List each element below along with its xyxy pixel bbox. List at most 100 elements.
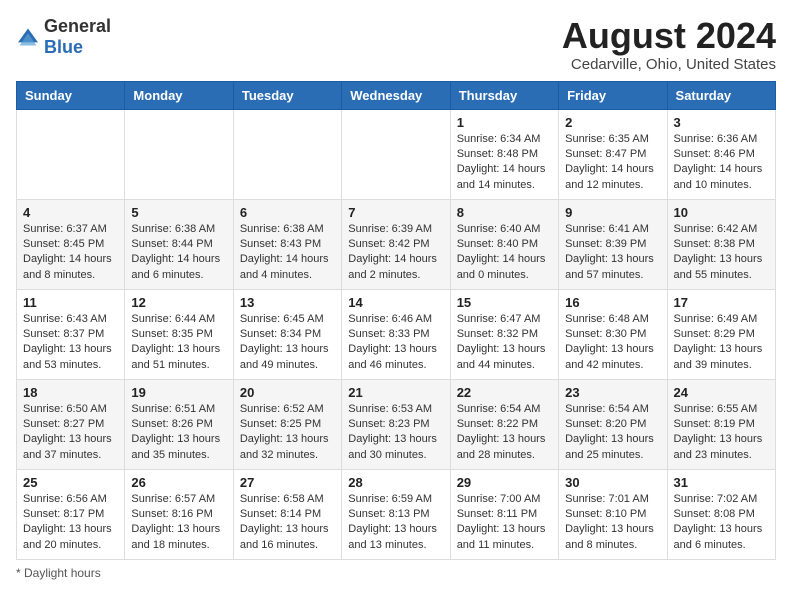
day-number: 31 [674,475,769,490]
cell-content: Sunrise: 6:51 AM [131,402,226,417]
cell-content: Sunrise: 6:49 AM [674,312,769,327]
month-year: August 2024 [562,16,776,56]
calendar-cell: 1Sunrise: 6:34 AMSunset: 8:48 PMDaylight… [450,109,558,199]
cell-content: Sunset: 8:08 PM [674,507,769,522]
cell-content: Sunrise: 6:55 AM [674,402,769,417]
day-number: 19 [131,385,226,400]
day-number: 20 [240,385,335,400]
cell-content: Sunrise: 6:54 AM [457,402,552,417]
title-area: August 2024 Cedarville, Ohio, United Sta… [562,16,776,73]
day-number: 7 [348,205,443,220]
cell-content: Daylight: 14 hours and 12 minutes. [565,162,660,193]
cell-content: Daylight: 13 hours and 39 minutes. [674,342,769,373]
calendar-week-row: 18Sunrise: 6:50 AMSunset: 8:27 PMDayligh… [17,379,776,469]
day-number: 27 [240,475,335,490]
cell-content: Sunrise: 6:48 AM [565,312,660,327]
cell-content: Sunrise: 6:45 AM [240,312,335,327]
calendar-cell: 4Sunrise: 6:37 AMSunset: 8:45 PMDaylight… [17,199,125,289]
day-number: 12 [131,295,226,310]
logo-general: General [44,16,111,36]
cell-content: Sunset: 8:14 PM [240,507,335,522]
calendar-cell: 14Sunrise: 6:46 AMSunset: 8:33 PMDayligh… [342,289,450,379]
cell-content: Sunrise: 6:37 AM [23,222,118,237]
day-number: 22 [457,385,552,400]
cell-content: Sunset: 8:20 PM [565,417,660,432]
cell-content: Sunset: 8:26 PM [131,417,226,432]
cell-content: Sunrise: 6:40 AM [457,222,552,237]
cell-content: Sunrise: 6:52 AM [240,402,335,417]
cell-content: Daylight: 14 hours and 14 minutes. [457,162,552,193]
cell-content: Daylight: 13 hours and 20 minutes. [23,522,118,553]
calendar-cell: 8Sunrise: 6:40 AMSunset: 8:40 PMDaylight… [450,199,558,289]
cell-content: Sunset: 8:19 PM [674,417,769,432]
cell-content: Sunset: 8:27 PM [23,417,118,432]
cell-content: Sunset: 8:47 PM [565,147,660,162]
cell-content: Daylight: 13 hours and 30 minutes. [348,432,443,463]
cell-content: Sunrise: 6:56 AM [23,492,118,507]
cell-content: Sunrise: 6:59 AM [348,492,443,507]
calendar-cell: 2Sunrise: 6:35 AMSunset: 8:47 PMDaylight… [559,109,667,199]
day-number: 13 [240,295,335,310]
calendar-cell: 16Sunrise: 6:48 AMSunset: 8:30 PMDayligh… [559,289,667,379]
cell-content: Sunset: 8:45 PM [23,237,118,252]
day-number: 21 [348,385,443,400]
calendar-cell: 6Sunrise: 6:38 AMSunset: 8:43 PMDaylight… [233,199,341,289]
cell-content: Daylight: 14 hours and 2 minutes. [348,252,443,283]
calendar-week-row: 11Sunrise: 6:43 AMSunset: 8:37 PMDayligh… [17,289,776,379]
calendar-cell: 11Sunrise: 6:43 AMSunset: 8:37 PMDayligh… [17,289,125,379]
cell-content: Sunrise: 7:00 AM [457,492,552,507]
cell-content: Sunset: 8:38 PM [674,237,769,252]
calendar-header-day: Tuesday [233,81,341,109]
day-number: 26 [131,475,226,490]
calendar-cell: 29Sunrise: 7:00 AMSunset: 8:11 PMDayligh… [450,469,558,559]
cell-content: Sunset: 8:29 PM [674,327,769,342]
cell-content: Sunset: 8:37 PM [23,327,118,342]
cell-content: Daylight: 13 hours and 51 minutes. [131,342,226,373]
calendar-cell: 21Sunrise: 6:53 AMSunset: 8:23 PMDayligh… [342,379,450,469]
logo-blue: Blue [44,37,83,57]
day-number: 8 [457,205,552,220]
cell-content: Sunrise: 6:43 AM [23,312,118,327]
calendar-table: SundayMondayTuesdayWednesdayThursdayFrid… [16,81,776,560]
cell-content: Sunrise: 6:47 AM [457,312,552,327]
calendar-week-row: 4Sunrise: 6:37 AMSunset: 8:45 PMDaylight… [17,199,776,289]
cell-content: Sunset: 8:10 PM [565,507,660,522]
cell-content: Daylight: 13 hours and 44 minutes. [457,342,552,373]
calendar-cell: 28Sunrise: 6:59 AMSunset: 8:13 PMDayligh… [342,469,450,559]
cell-content: Daylight: 13 hours and 42 minutes. [565,342,660,373]
cell-content: Sunset: 8:39 PM [565,237,660,252]
day-number: 3 [674,115,769,130]
cell-content: Daylight: 14 hours and 8 minutes. [23,252,118,283]
cell-content: Daylight: 14 hours and 6 minutes. [131,252,226,283]
calendar-cell: 25Sunrise: 6:56 AMSunset: 8:17 PMDayligh… [17,469,125,559]
calendar-cell: 26Sunrise: 6:57 AMSunset: 8:16 PMDayligh… [125,469,233,559]
day-number: 23 [565,385,660,400]
cell-content: Daylight: 14 hours and 0 minutes. [457,252,552,283]
calendar-cell: 18Sunrise: 6:50 AMSunset: 8:27 PMDayligh… [17,379,125,469]
calendar-header-row: SundayMondayTuesdayWednesdayThursdayFrid… [17,81,776,109]
cell-content: Sunset: 8:43 PM [240,237,335,252]
cell-content: Sunrise: 6:35 AM [565,132,660,147]
calendar-cell: 7Sunrise: 6:39 AMSunset: 8:42 PMDaylight… [342,199,450,289]
cell-content: Daylight: 14 hours and 4 minutes. [240,252,335,283]
cell-content: Daylight: 14 hours and 10 minutes. [674,162,769,193]
day-number: 28 [348,475,443,490]
cell-content: Sunrise: 6:57 AM [131,492,226,507]
day-number: 24 [674,385,769,400]
calendar-header-day: Sunday [17,81,125,109]
cell-content: Daylight: 13 hours and 46 minutes. [348,342,443,373]
cell-content: Sunset: 8:35 PM [131,327,226,342]
calendar-header-day: Wednesday [342,81,450,109]
calendar-cell: 12Sunrise: 6:44 AMSunset: 8:35 PMDayligh… [125,289,233,379]
cell-content: Daylight: 13 hours and 32 minutes. [240,432,335,463]
logo-text: General Blue [44,16,111,58]
cell-content: Daylight: 13 hours and 25 minutes. [565,432,660,463]
cell-content: Sunset: 8:25 PM [240,417,335,432]
calendar-cell: 23Sunrise: 6:54 AMSunset: 8:20 PMDayligh… [559,379,667,469]
cell-content: Daylight: 13 hours and 6 minutes. [674,522,769,553]
calendar-cell: 13Sunrise: 6:45 AMSunset: 8:34 PMDayligh… [233,289,341,379]
calendar-cell [233,109,341,199]
cell-content: Sunset: 8:46 PM [674,147,769,162]
calendar-header-day: Saturday [667,81,775,109]
day-number: 18 [23,385,118,400]
